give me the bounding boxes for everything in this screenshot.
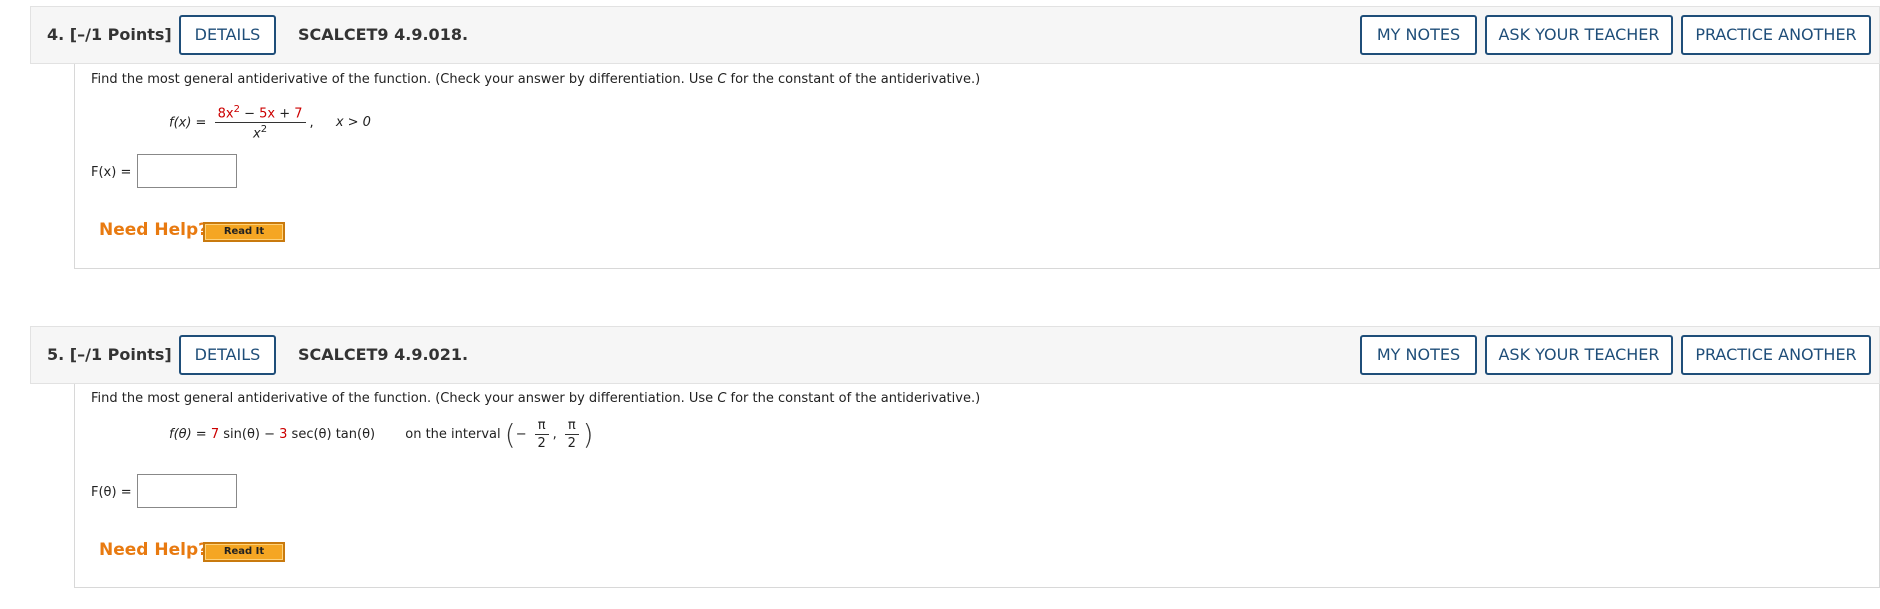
answer-label: F(θ) = [91, 485, 132, 500]
question-header: 5. [–/1 Points] DETAILS SCALCET9 4.9.021… [30, 326, 1880, 384]
question-prompt: Find the most general antiderivative of … [91, 391, 981, 406]
practice-another-button[interactable]: PRACTICE ANOTHER [1681, 335, 1871, 375]
read-it-button[interactable]: Read It [203, 222, 285, 242]
need-help-label: Need Help? [99, 220, 208, 240]
ask-teacher-button[interactable]: ASK YOUR TEACHER [1485, 335, 1673, 375]
question-header: 4. [–/1 Points] DETAILS SCALCET9 4.9.018… [30, 6, 1880, 64]
read-it-button[interactable]: Read It [203, 542, 285, 562]
function-formula: f(θ) = 7 sin(θ) − 3 sec(θ) tan(θ) on the… [169, 418, 594, 451]
my-notes-button[interactable]: MY NOTES [1360, 15, 1477, 55]
question-body: Find the most general antiderivative of … [74, 384, 1880, 588]
answer-input[interactable] [137, 154, 237, 188]
question-number: 4. [–/1 Points] [47, 25, 172, 44]
practice-another-button[interactable]: PRACTICE ANOTHER [1681, 15, 1871, 55]
answer-input[interactable] [137, 474, 237, 508]
ask-teacher-button[interactable]: ASK YOUR TEACHER [1485, 15, 1673, 55]
question-number: 5. [–/1 Points] [47, 345, 172, 364]
fraction: π2 [564, 418, 579, 451]
domain-condition: x > 0 [335, 115, 371, 131]
details-button[interactable]: DETAILS [179, 335, 276, 375]
details-button[interactable]: DETAILS [179, 15, 276, 55]
need-help-label: Need Help? [99, 540, 208, 560]
question-prompt: Find the most general antiderivative of … [91, 72, 981, 87]
function-formula: f(x) = 8x2 − 5x + 7 x2 , x > 0 [169, 104, 371, 142]
my-notes-button[interactable]: MY NOTES [1360, 335, 1477, 375]
question-code: SCALCET9 4.9.018. [298, 25, 469, 44]
fraction: π2 [534, 418, 549, 451]
interval-label: on the interval [405, 427, 501, 442]
question-code: SCALCET9 4.9.021. [298, 345, 469, 364]
question-body: Find the most general antiderivative of … [74, 64, 1880, 269]
fraction: 8x2 − 5x + 7 x2 [214, 104, 306, 142]
answer-label: F(x) = [91, 165, 132, 180]
